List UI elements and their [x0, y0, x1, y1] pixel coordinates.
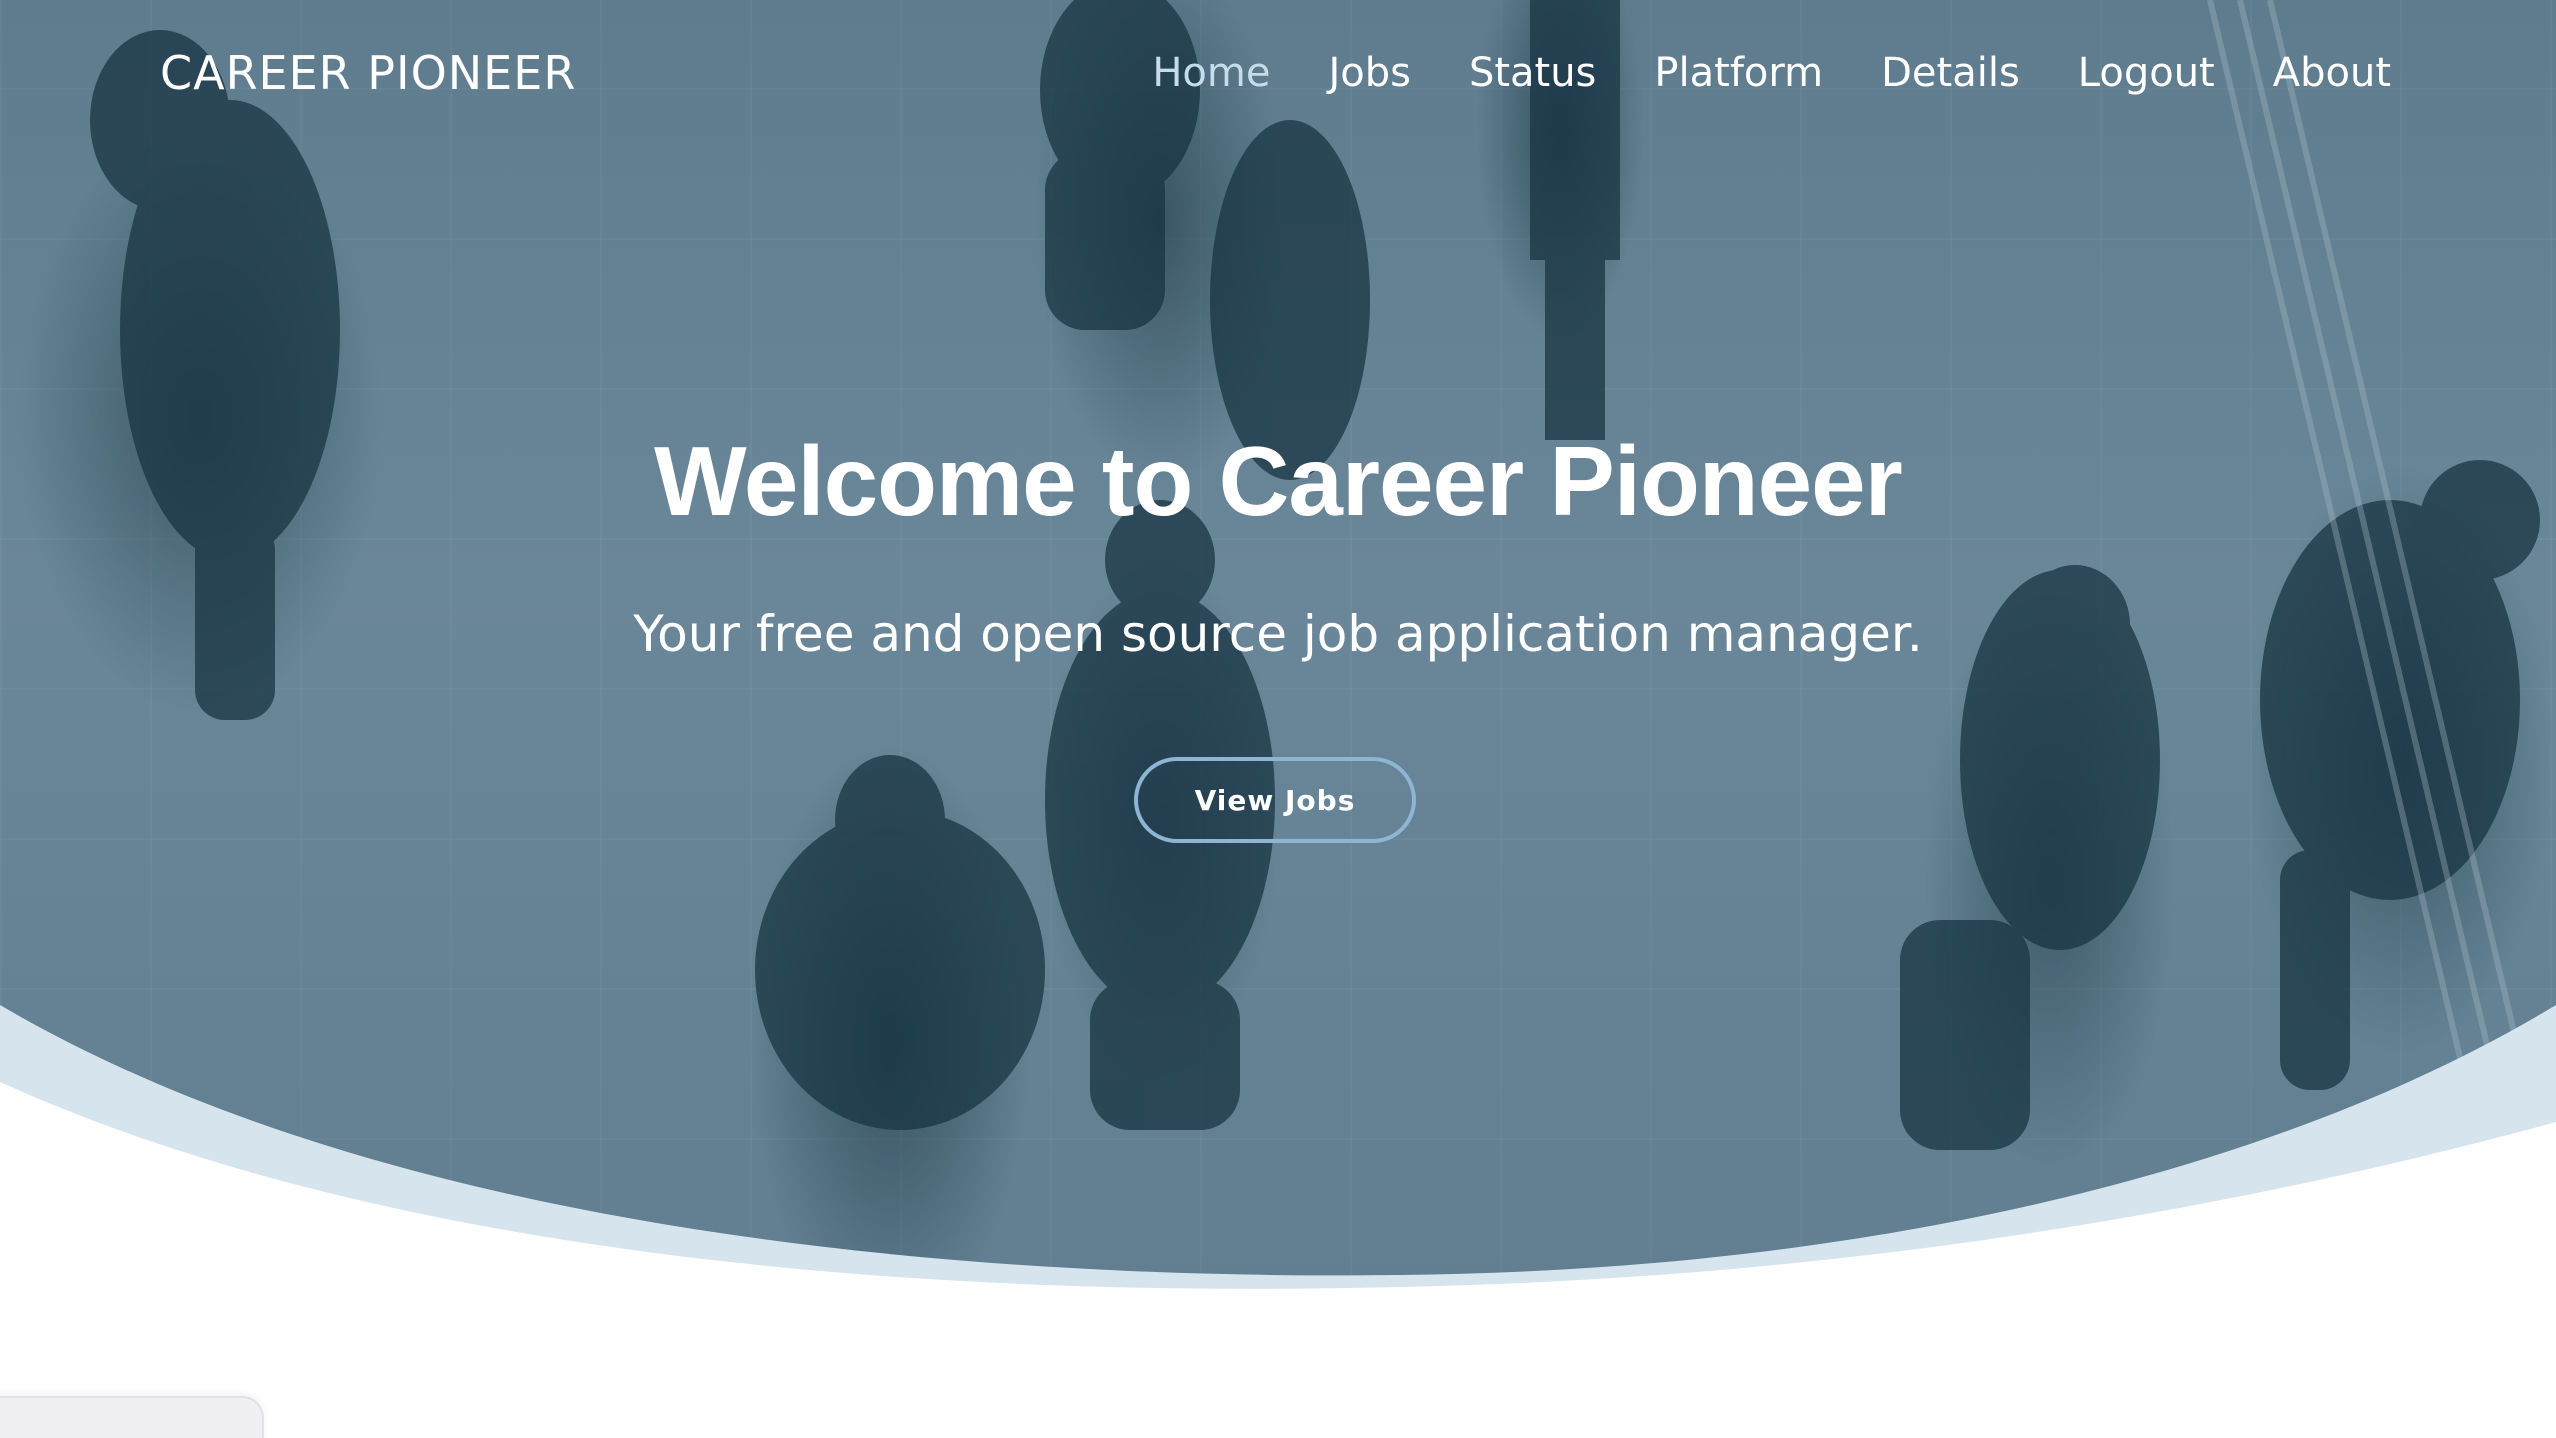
- hero-title: Welcome to Career Pioneer: [654, 426, 1903, 536]
- nav-item-home[interactable]: Home: [1152, 50, 1270, 96]
- brand-logo[interactable]: CAREER PIONEER: [160, 46, 576, 100]
- view-jobs-button[interactable]: View Jobs: [1134, 757, 1416, 843]
- nav-item-status[interactable]: Status: [1469, 50, 1596, 96]
- page: CAREER PIONEER Home Jobs Status Platform…: [0, 0, 2556, 1438]
- nav-item-jobs[interactable]: Jobs: [1328, 50, 1411, 96]
- main-nav: Home Jobs Status Platform Details Logout…: [1094, 50, 2391, 96]
- nav-item-details[interactable]: Details: [1881, 50, 2020, 96]
- nav-item-about[interactable]: About: [2273, 50, 2391, 96]
- corner-widget-tab[interactable]: [0, 1396, 264, 1438]
- nav-item-logout[interactable]: Logout: [2078, 50, 2215, 96]
- hero-subtitle: Your free and open source job applicatio…: [633, 605, 1923, 663]
- nav-item-platform[interactable]: Platform: [1654, 50, 1823, 96]
